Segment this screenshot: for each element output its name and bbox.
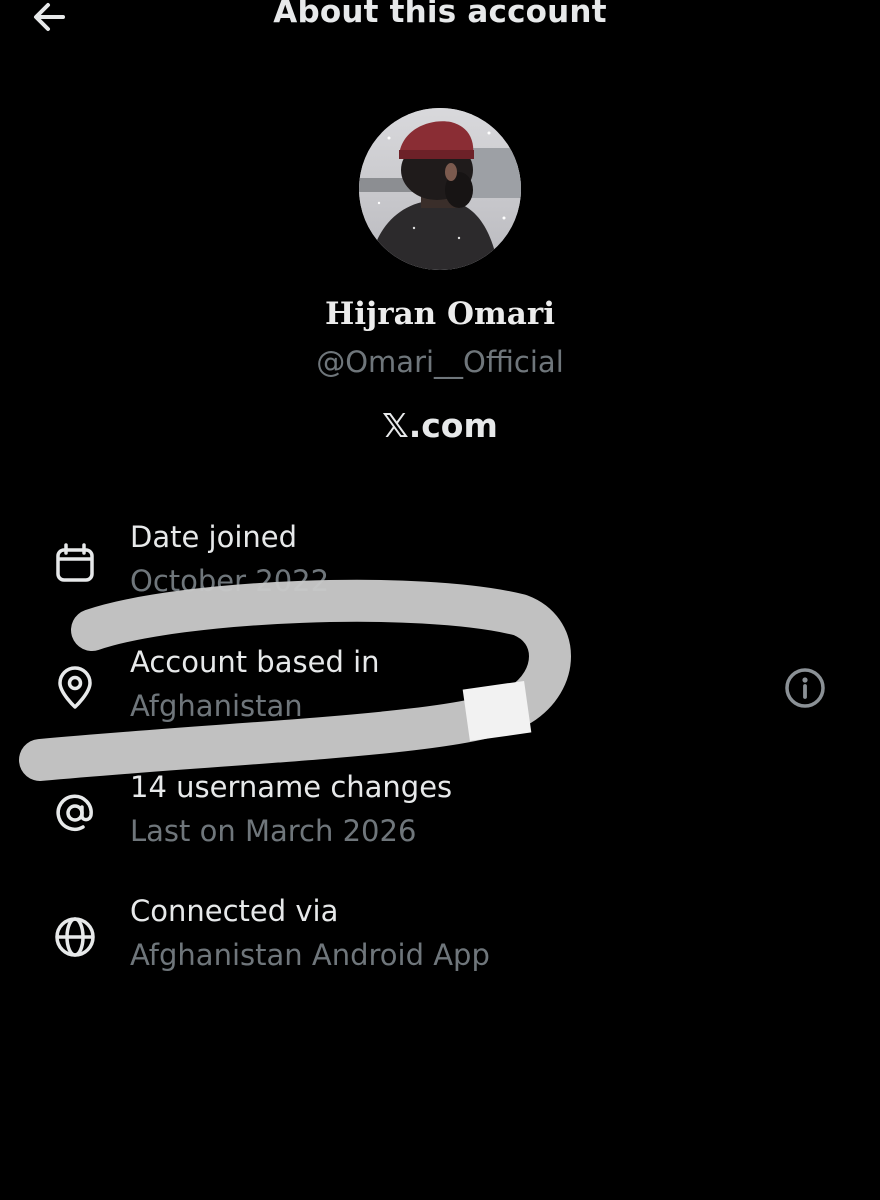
location-pin-icon [52, 665, 98, 711]
account-location-value: Afghanistan [130, 689, 303, 723]
info-button[interactable] [782, 665, 828, 711]
display-name: Hijran Omari [324, 296, 556, 332]
connected-via-value: Afghanistan Android App [130, 938, 490, 972]
account-location-row: Account based in Afghanistan [0, 645, 880, 745]
info-icon [785, 668, 825, 708]
date-joined-row: Date joined October 2022 [0, 520, 880, 620]
avatar[interactable] [359, 108, 521, 270]
date-joined-value: October 2022 [130, 564, 330, 598]
calendar-icon [52, 540, 98, 586]
username-changes-row: 14 username changes Last on March 2026 [0, 770, 880, 870]
page-title: About this account [273, 0, 607, 30]
profile-photo [359, 108, 521, 270]
account-location-label: Account based in [130, 645, 380, 679]
at-sign-icon [52, 790, 98, 836]
globe-icon [52, 914, 98, 960]
connected-via-label: Connected via [130, 894, 339, 928]
username-changes-value: Last on March 2026 [130, 814, 417, 848]
top-bar: About this account [0, 0, 880, 40]
username-handle: @Omari__Official [316, 345, 564, 379]
username-changes-label: 14 username changes [130, 770, 453, 804]
connected-via-row: Connected via Afghanistan Android App [0, 894, 880, 994]
site-label: 𝕏.com [382, 406, 498, 445]
date-joined-label: Date joined [130, 520, 298, 554]
